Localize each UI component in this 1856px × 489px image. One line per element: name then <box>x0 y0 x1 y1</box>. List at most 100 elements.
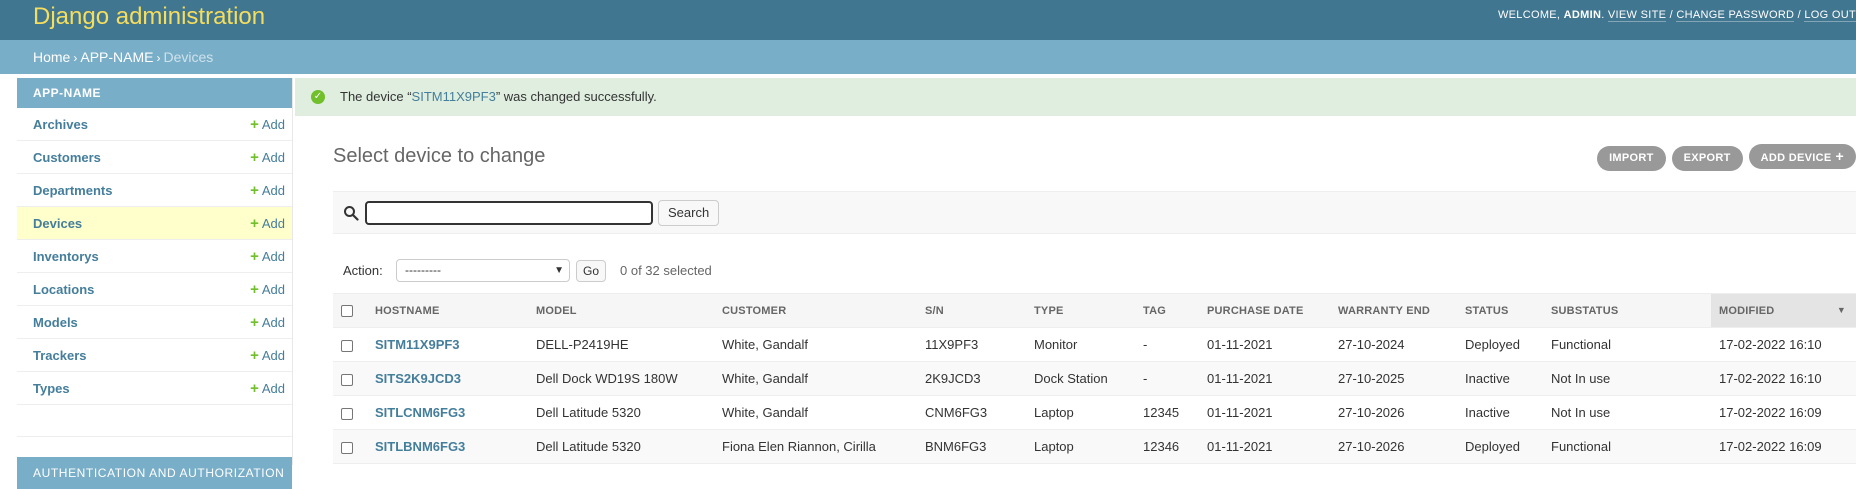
add-inventory-link[interactable]: + Add <box>250 240 285 273</box>
table-header-row: HOSTNAME MODEL CUSTOMER S/N TYPE TAG PUR… <box>333 293 1856 328</box>
cell-tag: - <box>1135 327 1199 362</box>
column-header-tag[interactable]: TAG <box>1135 293 1199 328</box>
sidebar-item-departments: Departments + Add <box>17 174 292 207</box>
sidebar-item-link[interactable]: Locations <box>33 282 94 297</box>
sidebar-item-link[interactable]: Inventorys <box>33 249 99 264</box>
hostname-link[interactable]: SITLBNM6FG3 <box>375 439 465 454</box>
cell-type: Dock Station <box>1026 361 1135 396</box>
action-select[interactable]: --------- ▼ <box>396 259 570 282</box>
row-checkbox[interactable] <box>341 373 353 386</box>
add-location-link[interactable]: + Add <box>250 273 285 306</box>
sidebar-spacer <box>17 405 292 437</box>
username: ADMIN <box>1563 9 1602 21</box>
column-header-hostname[interactable]: HOSTNAME <box>367 293 528 328</box>
plus-icon: + <box>250 380 259 397</box>
cell-customer: White, Gandalf <box>714 361 917 396</box>
add-model-link[interactable]: + Add <box>250 306 285 339</box>
cell-hostname: SITM11X9PF3 <box>367 327 528 362</box>
hostname-link[interactable]: SITLCNM6FG3 <box>375 405 465 420</box>
object-tools: IMPORT EXPORT ADD DEVICE + <box>1591 144 1856 171</box>
row-select-cell <box>333 361 367 396</box>
row-checkbox[interactable] <box>341 339 353 352</box>
breadcrumb-app-link[interactable]: APP-NAME <box>80 49 153 65</box>
plus-icon: + <box>250 149 259 166</box>
view-site-link[interactable]: VIEW SITE <box>1607 9 1667 22</box>
sidebar-item-link[interactable]: Types <box>33 381 70 396</box>
success-check-icon: ✓ <box>311 90 325 104</box>
site-branding[interactable]: Django administration <box>33 2 265 32</box>
cell-tag: 12345 <box>1135 395 1199 430</box>
chevron-down-icon: ▼ <box>554 265 564 276</box>
plus-icon: + <box>250 347 259 364</box>
column-header-customer[interactable]: CUSTOMER <box>714 293 917 328</box>
add-tracker-link[interactable]: + Add <box>250 339 285 372</box>
cell-sn: CNM6FG3 <box>917 395 1026 430</box>
cell-purchase-date: 01-11-2021 <box>1199 395 1330 430</box>
auth-caption-link[interactable]: AUTHENTICATION AND AUTHORIZATION <box>17 457 292 489</box>
separator: / <box>1797 9 1802 21</box>
sidebar-item-link[interactable]: Archives <box>33 117 88 132</box>
export-button[interactable]: EXPORT <box>1671 146 1743 171</box>
cell-customer: White, Gandalf <box>714 395 917 430</box>
column-header-sn[interactable]: S/N <box>917 293 1026 328</box>
column-header-modified[interactable]: MODIFIED ▼ <box>1711 293 1856 328</box>
search-input[interactable] <box>365 201 653 225</box>
sidebar-item-link[interactable]: Models <box>33 315 78 330</box>
selection-counter: 0 of 32 selected <box>620 263 712 278</box>
page-title: Select device to change <box>333 145 546 167</box>
add-device-link[interactable]: + Add <box>250 207 285 240</box>
hostname-link[interactable]: SITS2K9JCD3 <box>375 371 461 386</box>
sidebar-item-locations: Locations + Add <box>17 273 292 306</box>
column-header-purchase-date[interactable]: PURCHASE DATE <box>1199 293 1330 328</box>
plus-icon: + <box>250 248 259 265</box>
table-row: SITLBNM6FG3 Dell Latitude 5320 Fiona Ele… <box>333 429 1856 464</box>
sidebar-item-link[interactable]: Devices <box>33 216 82 231</box>
cell-purchase-date: 01-11-2021 <box>1199 429 1330 464</box>
add-type-link[interactable]: + Add <box>250 372 285 405</box>
cell-modified: 17-02-2022 16:09 <box>1711 395 1856 430</box>
add-customer-link[interactable]: + Add <box>250 141 285 174</box>
action-label: Action: <box>343 263 383 278</box>
separator: / <box>1669 9 1673 21</box>
row-checkbox[interactable] <box>341 441 353 454</box>
log-out-link[interactable]: LOG OUT <box>1804 9 1856 22</box>
search-button[interactable]: Search <box>658 200 720 226</box>
import-button[interactable]: IMPORT <box>1597 146 1666 171</box>
add-archive-link[interactable]: + Add <box>250 108 285 141</box>
cell-customer: Fiona Elen Riannon, Cirilla <box>714 429 917 464</box>
row-checkbox[interactable] <box>341 407 353 420</box>
cell-model: Dell Latitude 5320 <box>528 429 714 464</box>
breadcrumb-separator: › <box>73 51 78 65</box>
cell-hostname: SITS2K9JCD3 <box>367 361 528 396</box>
sidebar-item-link[interactable]: Departments <box>33 183 112 198</box>
cell-model: DELL-P2419HE <box>528 327 714 362</box>
sort-descending-icon[interactable]: ▼ <box>1837 305 1846 315</box>
app-caption-link[interactable]: APP-NAME <box>17 78 292 108</box>
hostname-link[interactable]: SITM11X9PF3 <box>375 337 460 352</box>
cell-warranty-end: 27-10-2026 <box>1330 429 1457 464</box>
cell-status: Deployed <box>1457 429 1543 464</box>
column-header-status[interactable]: STATUS <box>1457 293 1543 328</box>
breadcrumb-home-link[interactable]: Home <box>33 49 70 65</box>
column-header-substatus[interactable]: SUBSTATUS <box>1543 293 1711 328</box>
column-header-type[interactable]: TYPE <box>1026 293 1135 328</box>
add-device-button[interactable]: ADD DEVICE + <box>1748 144 1856 169</box>
message-device-link[interactable]: SITM11X9PF3 <box>412 89 496 104</box>
row-select-cell <box>333 327 367 362</box>
sidebar-item-devices: Devices + Add <box>17 207 292 240</box>
table-row: SITLCNM6FG3 Dell Latitude 5320 White, Ga… <box>333 395 1856 430</box>
select-all-checkbox[interactable] <box>341 304 353 317</box>
message-prefix: The device “ <box>340 89 412 104</box>
change-password-link[interactable]: CHANGE PASSWORD <box>1676 9 1795 22</box>
column-header-warranty-end[interactable]: WARRANTY END <box>1330 293 1457 328</box>
sidebar-item-link[interactable]: Trackers <box>33 348 87 363</box>
cell-purchase-date: 01-11-2021 <box>1199 327 1330 362</box>
go-button[interactable]: Go <box>576 260 607 282</box>
add-department-link[interactable]: + Add <box>250 174 285 207</box>
sidebar-item-link[interactable]: Customers <box>33 150 101 165</box>
column-header-model[interactable]: MODEL <box>528 293 714 328</box>
cell-purchase-date: 01-11-2021 <box>1199 361 1330 396</box>
cell-warranty-end: 27-10-2026 <box>1330 395 1457 430</box>
plus-icon: + <box>250 281 259 298</box>
